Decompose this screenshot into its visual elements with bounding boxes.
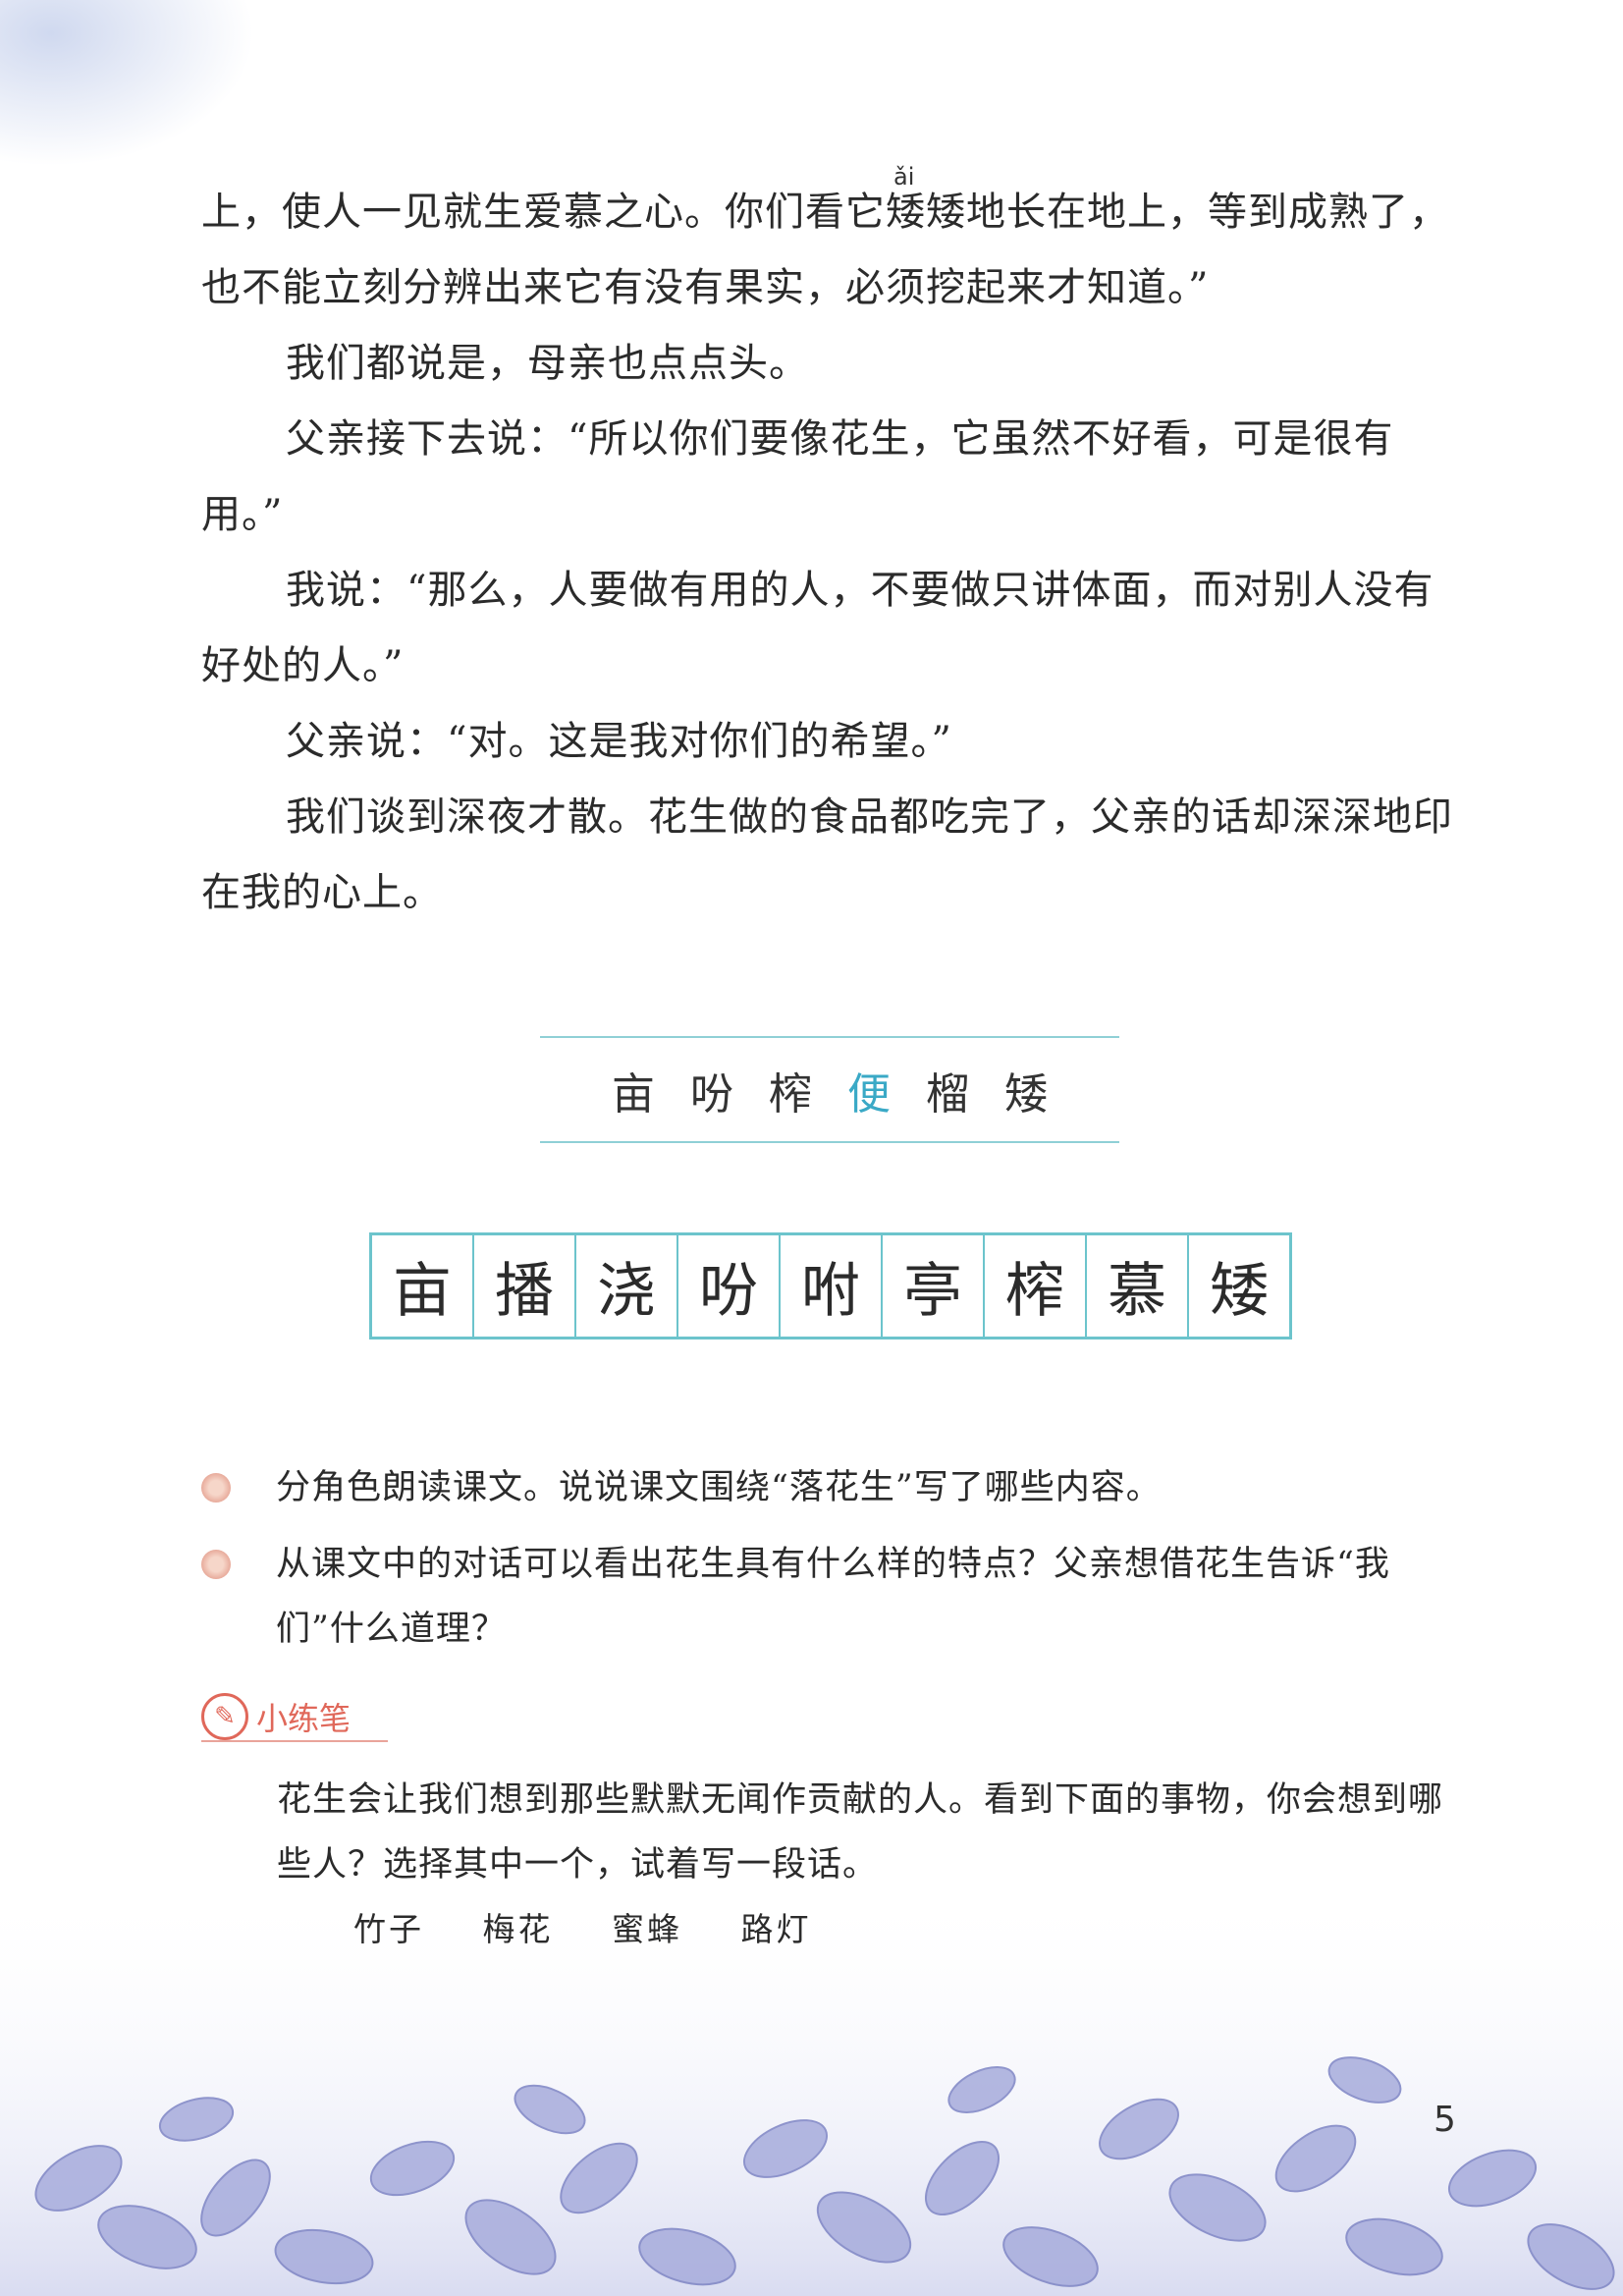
writing-characters-grid: 亩 播 浇 吩 咐 亭 榨 慕 矮 [369,1232,1292,1339]
practice-items: 竹子 梅花 蜜蜂 路灯 [353,1903,857,1950]
practice-item: 路灯 [740,1910,812,1948]
question-item: 从课文中的对话可以看出花生具有什么样的特点？父亲想借花生告诉“我们”什么道理？ [201,1532,1468,1662]
recognize-char: 矮 [1004,1068,1048,1120]
practice-item: 竹子 [353,1910,424,1948]
story-text: 上，使人一见就生爱慕之心。你们看它 ǎi 矮矮地长在地上，等到成熟了，也不能立刻分辨… [201,163,1458,931]
practice-heading: ✎ 小练笔 [201,1693,388,1742]
writing-char-cell: 浇 [574,1235,676,1337]
pen-icon: ✎ [201,1693,248,1740]
practice-underline [201,1740,388,1742]
writing-char-cell: 矮 [1187,1235,1289,1337]
practice-text: 花生会让我们想到那些默默无闻作贡献的人。看到下面的事物，你会想到哪些人？选择其中… [277,1780,1444,1885]
recognize-char-highlighted: 便 [847,1068,891,1120]
practice-title: 小练笔 [256,1700,352,1737]
writing-char-cell: 咐 [779,1235,881,1337]
story-paragraph: 上，使人一见就生爱慕之心。你们看它 ǎi 矮矮地长在地上，等到成熟了，也不能立刻分辨… [201,163,1458,326]
practice-item: 梅花 [482,1910,554,1948]
recognize-char: 吩 [690,1068,733,1120]
writing-char-cell: 吩 [676,1235,779,1337]
question-item: 分角色朗读课文。说说课文围绕“落花生”写了哪些内容。 [201,1455,1468,1520]
story-paragraph: 我说：“那么，人要做有用的人，不要做只讲体面，而对别人没有好处的人。” [201,568,1434,688]
question-text: 从课文中的对话可以看出花生具有什么样的特点？父亲想借花生告诉“我们”什么道理？ [276,1545,1390,1649]
story-paragraph: 我们都说是，母亲也点点头。 [286,341,809,386]
page-number: 5 [1434,2100,1456,2140]
corner-decoration [0,0,255,167]
question-text: 分角色朗读课文。说说课文围绕“落花生”写了哪些内容。 [276,1468,1162,1507]
recognize-char: 亩 [612,1068,655,1120]
writing-char-cell: 播 [472,1235,574,1337]
recognize-char: 榨 [769,1068,812,1120]
story-paragraph: 父亲接下去说：“所以你们要像花生，它虽然不好看，可是很有用。” [201,416,1394,537]
writing-char-cell: 亭 [881,1235,983,1337]
writing-char-cell: 亩 [393,1257,452,1326]
recognize-char: 榴 [926,1068,969,1120]
story-paragraph: 父亲说：“对。这是我对你们的希望。” [286,719,952,764]
annotated-character: ǎi 矮 [886,163,926,250]
pinyin-annotation: ǎi [893,163,915,191]
practice-item: 蜜蜂 [612,1910,682,1948]
writing-char-cell: 慕 [1085,1235,1187,1337]
question-bullet-icon [201,1550,231,1579]
story-paragraph: 我们谈到深夜才散。花生做的食品都吃完了，父亲的话却深深地印在我的心上。 [201,794,1453,915]
question-bullet-icon [201,1473,231,1503]
writing-char-cell: 榨 [983,1235,1085,1337]
recognize-characters-box: 亩 吩 榨 便 榴 矮 [540,1036,1119,1143]
